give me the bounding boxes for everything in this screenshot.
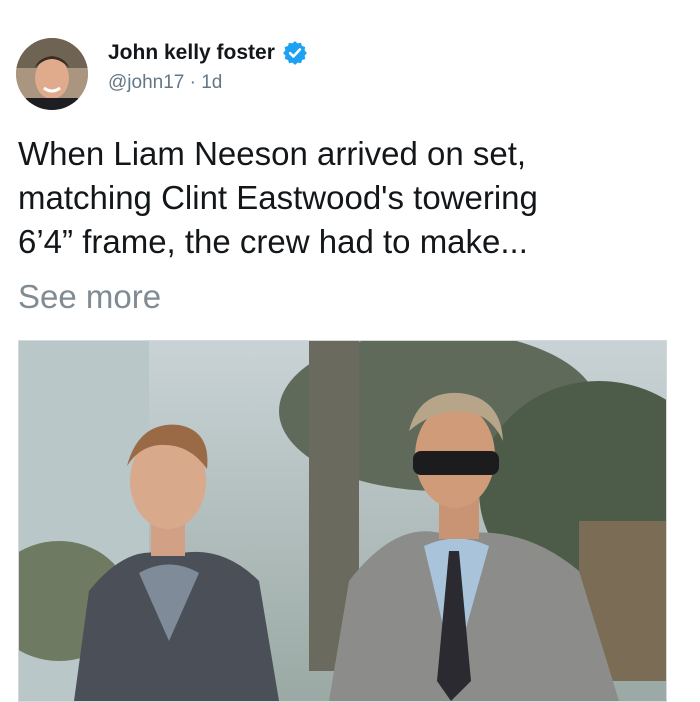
avatar-image (16, 38, 88, 110)
meta-separator: · (189, 72, 196, 93)
tweet-media[interactable] (18, 340, 667, 702)
tweet-text: When Liam Neeson arrived on set, matchin… (18, 135, 538, 260)
author-name[interactable]: John kelly foster (108, 41, 275, 65)
see-more-link[interactable]: See more (18, 278, 161, 316)
tweet-photo (19, 341, 666, 701)
author-row: John kelly foster (108, 40, 308, 66)
verified-badge-icon (282, 40, 308, 66)
tweet-timestamp[interactable]: 1d (201, 72, 222, 93)
avatar[interactable] (16, 38, 88, 110)
tweet-meta: @john17 · 1d (108, 72, 222, 94)
author-handle[interactable]: @john17 (108, 72, 184, 93)
